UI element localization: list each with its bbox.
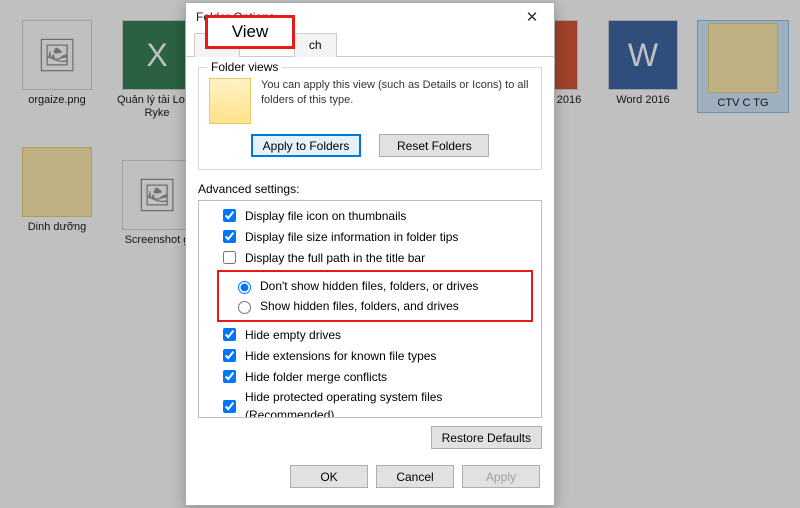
- checkbox[interactable]: [223, 209, 236, 222]
- folder-icon: [22, 147, 92, 217]
- adv-item[interactable]: Display the full path in the title bar: [201, 247, 539, 268]
- hidden-files-radio-group-highlight: Don't show hidden files, folders, or dri…: [217, 270, 533, 322]
- close-icon: ✕: [526, 8, 539, 26]
- adv-item-label: Display file icon on thumbnails: [245, 207, 406, 225]
- radio-show-hidden[interactable]: [238, 301, 251, 314]
- apply-to-folders-button[interactable]: Apply to Folders: [251, 134, 362, 157]
- adv-item-label: Display the full path in the title bar: [245, 249, 425, 267]
- adv-item-label: Show hidden files, folders, and drives: [260, 297, 459, 315]
- cancel-button[interactable]: Cancel: [376, 465, 454, 488]
- adv-item-label: Hide extensions for known file types: [245, 347, 436, 365]
- file-label: Dinh dưỡng: [28, 221, 87, 234]
- adv-item[interactable]: Hide extensions for known file types: [201, 345, 539, 366]
- file-label: orgaize.png: [28, 94, 86, 107]
- folder-views-group: Folder views You can apply this view (su…: [198, 67, 542, 170]
- adv-item-radio[interactable]: Show hidden files, folders, and drives: [221, 296, 529, 316]
- advanced-settings-list[interactable]: Display file icon on thumbnails Display …: [198, 200, 542, 418]
- adv-item[interactable]: Display file size information in folder …: [201, 226, 539, 247]
- radio-dont-show-hidden[interactable]: [238, 281, 251, 294]
- tab-search[interactable]: ch: [294, 33, 337, 57]
- excel-icon: X: [122, 20, 192, 90]
- checkbox[interactable]: [223, 251, 236, 264]
- adv-item[interactable]: Hide protected operating system files (R…: [201, 387, 539, 418]
- folder-views-icon: [209, 78, 251, 124]
- file-item[interactable]: W Word 2016: [597, 20, 689, 107]
- adv-item-label: Display file size information in folder …: [245, 228, 458, 246]
- adv-item[interactable]: Hide empty drives: [201, 324, 539, 345]
- file-item[interactable]: 🖼 orgaize.png: [11, 20, 103, 107]
- checkbox[interactable]: [223, 400, 236, 413]
- file-item[interactable]: Dinh dưỡng: [11, 147, 103, 234]
- folder-views-text: You can apply this view (such as Details…: [261, 78, 531, 108]
- dialog-footer: OK Cancel Apply: [186, 457, 554, 488]
- dialog-body: Folder views You can apply this view (su…: [186, 57, 554, 457]
- reset-folders-button[interactable]: Reset Folders: [379, 134, 489, 157]
- checkbox[interactable]: [223, 370, 236, 383]
- file-item[interactable]: CTV C TG: [697, 20, 789, 113]
- checkbox[interactable]: [223, 328, 236, 341]
- ok-button[interactable]: OK: [290, 465, 368, 488]
- adv-item[interactable]: Display file icon on thumbnails: [201, 205, 539, 226]
- restore-defaults-button[interactable]: Restore Defaults: [431, 426, 542, 449]
- word-icon: W: [608, 20, 678, 90]
- file-label: Word 2016: [616, 94, 670, 107]
- folder-icon: [708, 23, 778, 93]
- adv-item-label: Hide folder merge conflicts: [245, 368, 387, 386]
- checkbox[interactable]: [223, 349, 236, 362]
- adv-item-label: Hide protected operating system files (R…: [245, 388, 535, 418]
- file-label: CTV C TG: [717, 97, 768, 110]
- view-tab-callout: View: [205, 15, 295, 49]
- close-button[interactable]: ✕: [516, 6, 548, 28]
- adv-item[interactable]: Hide folder merge conflicts: [201, 366, 539, 387]
- advanced-settings-label: Advanced settings:: [198, 182, 542, 196]
- apply-button[interactable]: Apply: [462, 465, 540, 488]
- adv-item-label: Hide empty drives: [245, 326, 341, 344]
- image-thumb: 🖼: [22, 20, 92, 90]
- file-label: Screenshot g: [125, 234, 190, 247]
- callout-label: View: [232, 22, 269, 42]
- adv-item-radio[interactable]: Don't show hidden files, folders, or dri…: [221, 276, 529, 296]
- adv-item-label: Don't show hidden files, folders, or dri…: [260, 277, 478, 295]
- image-thumb: 🖼: [122, 160, 192, 230]
- checkbox[interactable]: [223, 230, 236, 243]
- folder-options-dialog: Folder Options ✕ Ge View ch Folder views…: [185, 2, 555, 506]
- group-title: Folder views: [207, 60, 282, 74]
